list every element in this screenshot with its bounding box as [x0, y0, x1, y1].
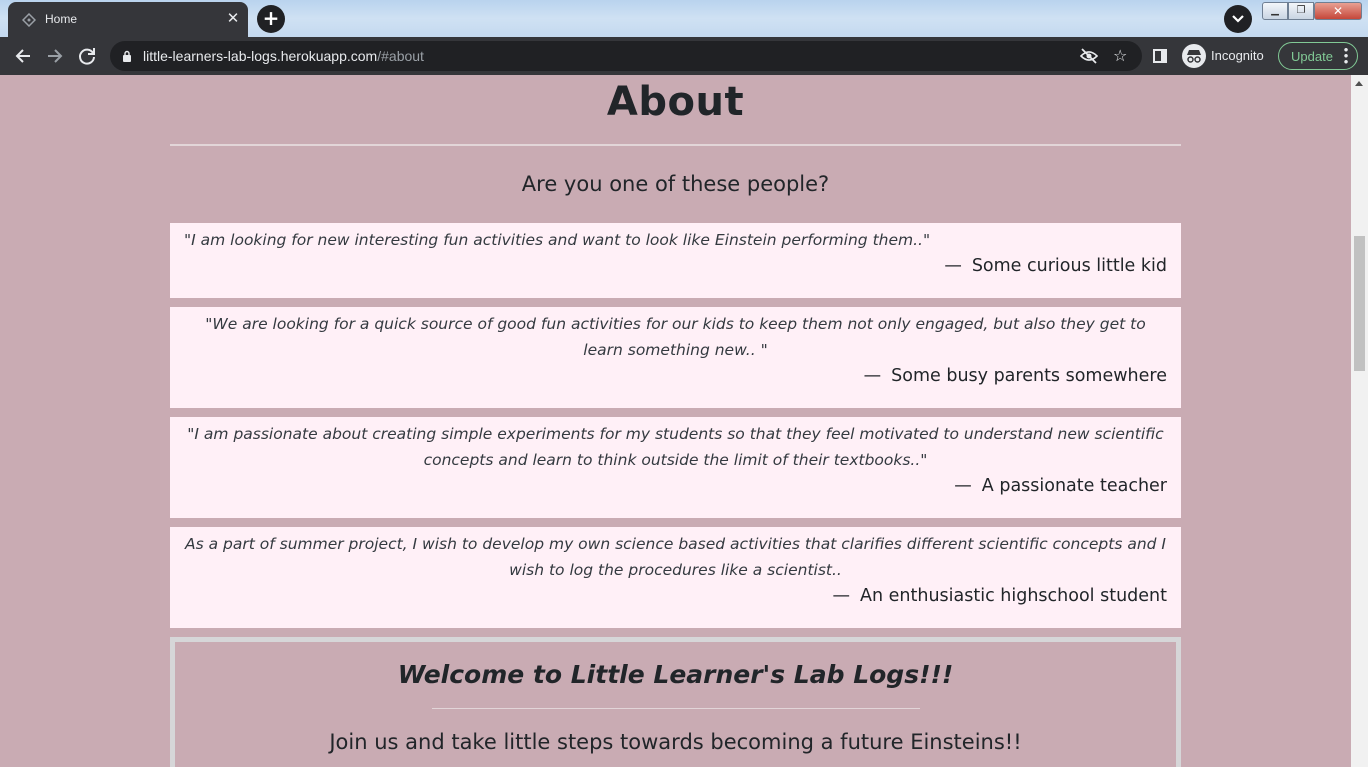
quote-dash: —: [832, 586, 851, 606]
window-minimize-button[interactable]: ▁: [1262, 2, 1288, 20]
quote-author: — Some curious little kid: [184, 252, 1167, 280]
browser-tab[interactable]: Home ✕: [8, 2, 248, 37]
welcome-title: Welcome to Little Learner's Lab Logs!!!: [397, 660, 954, 689]
scrollbar-thumb[interactable]: [1354, 236, 1365, 371]
quote-text: "I am passionate about creating simple e…: [187, 425, 1164, 469]
welcome-box: Welcome to Little Learner's Lab Logs!!! …: [170, 637, 1181, 767]
quote-author: — A passionate teacher: [184, 472, 1167, 500]
star-icon[interactable]: ☆: [1113, 46, 1127, 65]
quote-card: As a part of summer project, I wish to d…: [170, 527, 1181, 628]
quote-card: "We are looking for a quick source of go…: [170, 307, 1181, 408]
url-host: little-learners-lab-logs.herokuapp.com: [143, 48, 378, 64]
welcome-divider: [432, 708, 920, 709]
quote-dash: —: [954, 476, 972, 496]
vertical-scrollbar[interactable]: [1351, 75, 1368, 767]
page-viewport: About Are you one of these people? "I am…: [0, 75, 1351, 767]
close-icon[interactable]: ✕: [224, 9, 242, 27]
quote-author-name: Some curious little kid: [971, 256, 1167, 276]
window-close-button[interactable]: ✕: [1314, 2, 1362, 20]
quote-author: — Some busy parents somewhere: [184, 362, 1167, 390]
quote-dash: —: [863, 366, 882, 386]
welcome-subtitle: Join us and take little steps towards be…: [329, 730, 1022, 754]
address-bar[interactable]: little-learners-lab-logs.herokuapp.com/#…: [110, 41, 1142, 71]
tab-favicon-icon: [22, 13, 36, 27]
tab-title: Home: [45, 12, 78, 26]
browser-toolbar: little-learners-lab-logs.herokuapp.com/#…: [0, 37, 1368, 75]
lock-icon[interactable]: [122, 50, 132, 62]
url-path: /#about: [377, 48, 424, 64]
side-panel-icon[interactable]: [1153, 49, 1167, 63]
plus-icon[interactable]: +: [257, 5, 285, 33]
quote-dash: —: [944, 256, 962, 276]
update-label: Update: [1291, 49, 1333, 64]
forward-arrow-icon[interactable]: [44, 45, 66, 67]
quote-author-name: Some busy parents somewhere: [891, 366, 1167, 386]
question-heading: Are you one of these people?: [521, 172, 830, 196]
quote-author-name: A passionate teacher: [981, 476, 1167, 496]
quote-author: — An enthusiastic highschool student: [184, 582, 1167, 610]
browser-titlebar: Home ✕ + ▁ ❐ ✕: [0, 0, 1368, 37]
profile-label: Incognito: [1211, 48, 1264, 63]
scroll-up-arrow-icon[interactable]: [1355, 81, 1363, 86]
eye-off-icon[interactable]: [1080, 48, 1098, 64]
quote-card: "I am looking for new interesting fun ac…: [170, 223, 1181, 298]
url-text[interactable]: little-learners-lab-logs.herokuapp.com/#…: [143, 48, 424, 64]
quote-text: "We are looking for a quick source of go…: [205, 315, 1146, 359]
quote-text: "I am looking for new interesting fun ac…: [184, 231, 931, 249]
reload-icon[interactable]: [76, 45, 98, 67]
back-arrow-icon[interactable]: [12, 45, 34, 67]
about-heading: About: [606, 79, 745, 125]
profile-button[interactable]: Incognito: [1180, 43, 1270, 69]
quote-card: "I am passionate about creating simple e…: [170, 417, 1181, 518]
chevron-down-icon[interactable]: [1224, 5, 1252, 33]
quote-text: As a part of summer project, I wish to d…: [185, 535, 1166, 579]
window-restore-button[interactable]: ❐: [1288, 2, 1314, 20]
heading-divider: [170, 144, 1181, 146]
kebab-menu-icon[interactable]: • • •: [1343, 43, 1349, 68]
update-button[interactable]: Update • • •: [1278, 42, 1358, 70]
quote-author-name: An enthusiastic highschool student: [860, 586, 1167, 606]
incognito-icon: [1182, 44, 1206, 68]
